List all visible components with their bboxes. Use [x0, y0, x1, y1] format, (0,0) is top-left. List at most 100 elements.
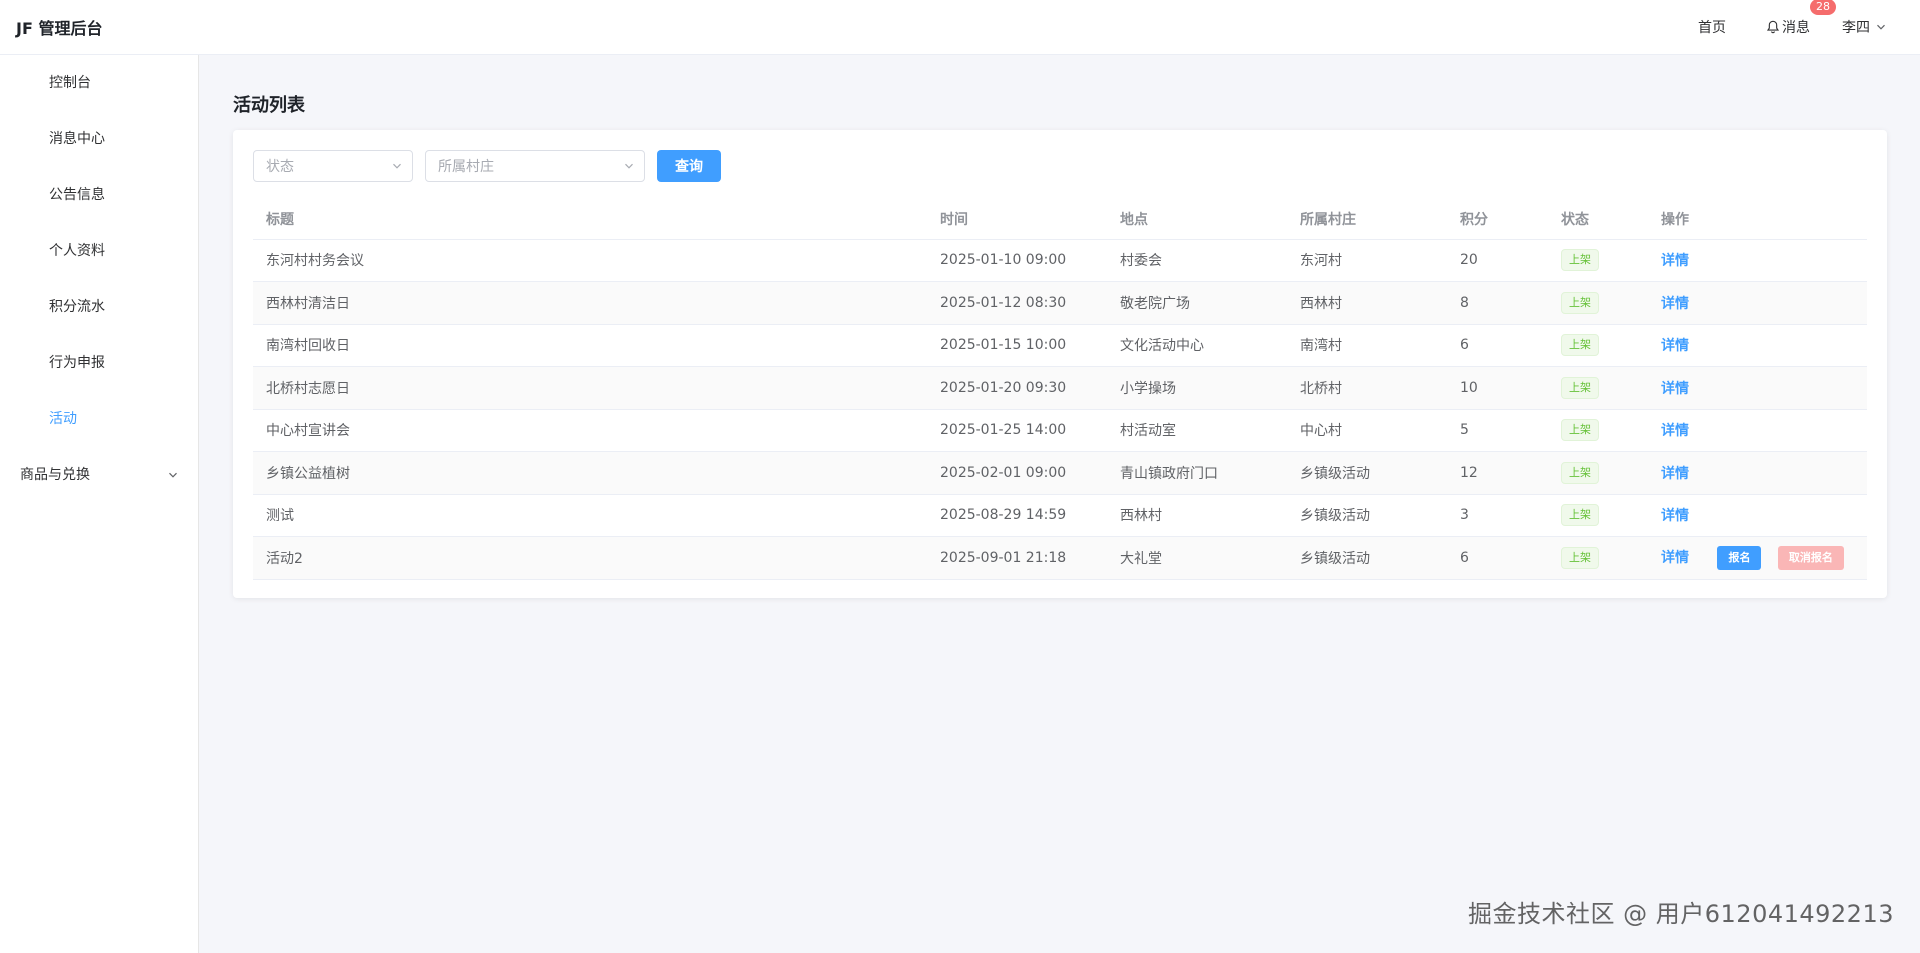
cell-village: 北桥村 [1287, 366, 1447, 410]
cell-village: 乡镇级活动 [1287, 536, 1447, 580]
village-select[interactable]: 所属村庄 [425, 150, 645, 182]
cell-points: 12 [1447, 451, 1548, 495]
detail-link[interactable]: 详情 [1661, 381, 1689, 397]
cell-points: 10 [1447, 366, 1548, 410]
cell-title: 南湾村回收日 [253, 324, 927, 367]
cell-status: 上架 [1548, 281, 1648, 325]
signup-button[interactable]: 报名 [1717, 545, 1762, 570]
cell-actions: 详情 [1648, 324, 1867, 367]
cell-points: 6 [1447, 536, 1548, 580]
messages-link[interactable]: 消息 28 [1766, 0, 1836, 37]
detail-link[interactable]: 详情 [1661, 253, 1689, 269]
sidebar-item-message-center[interactable]: 消息中心 [0, 111, 198, 167]
cell-place: 小学操场 [1107, 366, 1287, 410]
chevron-down-icon [1877, 24, 1885, 30]
cell-place: 文化活动中心 [1107, 324, 1287, 367]
sidebar-group-goods-exchange[interactable]: 商品与兑换 [0, 447, 198, 503]
status-select-placeholder: 状态 [266, 159, 294, 175]
cell-village: 乡镇级活动 [1287, 494, 1447, 537]
status-tag: 上架 [1561, 419, 1599, 442]
column-header-village: 所属村庄 [1287, 199, 1447, 240]
cell-village: 乡镇级活动 [1287, 451, 1447, 495]
cell-place: 村活动室 [1107, 409, 1287, 452]
status-tag: 上架 [1561, 334, 1599, 357]
cell-actions: 详情 [1648, 366, 1867, 410]
cell-time: 2025-01-15 10:00 [927, 324, 1107, 367]
cell-time: 2025-01-25 14:00 [927, 409, 1107, 452]
sidebar-item-dashboard[interactable]: 控制台 [0, 55, 198, 111]
village-select-placeholder: 所属村庄 [438, 159, 494, 175]
detail-link[interactable]: 详情 [1661, 466, 1689, 482]
sidebar-item-behavior-report[interactable]: 行为申报 [0, 335, 198, 391]
status-tag: 上架 [1561, 249, 1599, 272]
table-row: 活动2 2025-09-01 21:18 大礼堂 乡镇级活动 6 上架 详情 报… [253, 536, 1867, 580]
cell-village: 东河村 [1287, 239, 1447, 282]
cell-title: 东河村村务会议 [253, 239, 927, 282]
activity-table: 标题 时间 地点 所属村庄 积分 状态 操作 东河村村务会议 2025-01-1… [253, 199, 1867, 580]
cell-status: 上架 [1548, 409, 1648, 452]
detail-link[interactable]: 详情 [1661, 508, 1689, 524]
cell-actions: 详情 [1648, 451, 1867, 495]
filter-bar: 状态 所属村庄 查询 [253, 150, 721, 182]
table-header-row: 标题 时间 地点 所属村庄 积分 状态 操作 [253, 199, 1867, 240]
cell-points: 8 [1447, 281, 1548, 325]
cell-place: 西林村 [1107, 494, 1287, 537]
cell-actions: 详情 [1648, 239, 1867, 282]
cell-time: 2025-08-29 14:59 [927, 494, 1107, 537]
cell-status: 上架 [1548, 324, 1648, 367]
cancel-signup-button[interactable]: 取消报名 [1777, 545, 1844, 570]
query-button[interactable]: 查询 [657, 150, 721, 182]
status-tag: 上架 [1561, 546, 1599, 569]
status-tag: 上架 [1561, 376, 1599, 399]
cell-status: 上架 [1548, 536, 1648, 580]
table-row: 西林村清洁日 2025-01-12 08:30 敬老院广场 西林村 8 上架 详… [253, 281, 1867, 325]
detail-link[interactable]: 详情 [1661, 296, 1689, 312]
table-row: 乡镇公益植树 2025-02-01 09:00 青山镇政府门口 乡镇级活动 12… [253, 451, 1867, 495]
detail-link[interactable]: 详情 [1661, 550, 1689, 566]
sidebar-item-announcements[interactable]: 公告信息 [0, 167, 198, 223]
column-header-points: 积分 [1447, 199, 1548, 240]
sidebar-item-profile[interactable]: 个人资料 [0, 223, 198, 279]
watermark: 掘金技术社区 @ 用户612041492213 [1468, 900, 1894, 928]
top-header: JF 管理后台 首页 消息 28 李四 [0, 0, 1920, 55]
cell-time: 2025-02-01 09:00 [927, 451, 1107, 495]
cell-village: 中心村 [1287, 409, 1447, 452]
app-brand: JF 管理后台 [16, 19, 103, 38]
table-row: 测试 2025-08-29 14:59 西林村 乡镇级活动 3 上架 详情 [253, 494, 1867, 537]
user-name: 李四 [1842, 20, 1870, 36]
cell-points: 5 [1447, 409, 1548, 452]
home-link[interactable]: 首页 [1698, 17, 1726, 37]
cell-points: 3 [1447, 494, 1548, 537]
cell-points: 20 [1447, 239, 1548, 282]
cell-time: 2025-01-12 08:30 [927, 281, 1107, 325]
chevron-down-icon [169, 472, 177, 478]
cell-place: 村委会 [1107, 239, 1287, 282]
status-tag: 上架 [1561, 504, 1599, 527]
cell-title: 乡镇公益植树 [253, 451, 927, 495]
chevron-down-icon [393, 163, 401, 169]
cell-village: 西林村 [1287, 281, 1447, 325]
status-select[interactable]: 状态 [253, 150, 413, 182]
sidebar-item-points-log[interactable]: 积分流水 [0, 279, 198, 335]
sidebar-item-activities[interactable]: 活动 [0, 391, 198, 447]
user-menu[interactable]: 李四 [1842, 17, 1886, 37]
cell-place: 敬老院广场 [1107, 281, 1287, 325]
bell-icon [1766, 20, 1780, 34]
table-row: 中心村宣讲会 2025-01-25 14:00 村活动室 中心村 5 上架 详情 [253, 409, 1867, 452]
cell-place: 大礼堂 [1107, 536, 1287, 580]
table-row: 北桥村志愿日 2025-01-20 09:30 小学操场 北桥村 10 上架 详… [253, 366, 1867, 410]
cell-status: 上架 [1548, 451, 1648, 495]
cell-time: 2025-01-10 09:00 [927, 239, 1107, 282]
header-actions: 首页 消息 28 李四 [1658, 0, 1904, 54]
column-header-time: 时间 [927, 199, 1107, 240]
status-tag: 上架 [1561, 461, 1599, 484]
cell-points: 6 [1447, 324, 1548, 367]
column-header-actions: 操作 [1648, 199, 1867, 240]
detail-link[interactable]: 详情 [1661, 423, 1689, 439]
cell-time: 2025-01-20 09:30 [927, 366, 1107, 410]
cell-status: 上架 [1548, 494, 1648, 537]
detail-link[interactable]: 详情 [1661, 338, 1689, 354]
cell-title: 北桥村志愿日 [253, 366, 927, 410]
activity-list-card: 状态 所属村庄 查询 标题 时间 地点 所属村庄 积分 状态 操作 东河村村务会… [233, 130, 1887, 598]
messages-label: 消息 [1782, 20, 1810, 36]
